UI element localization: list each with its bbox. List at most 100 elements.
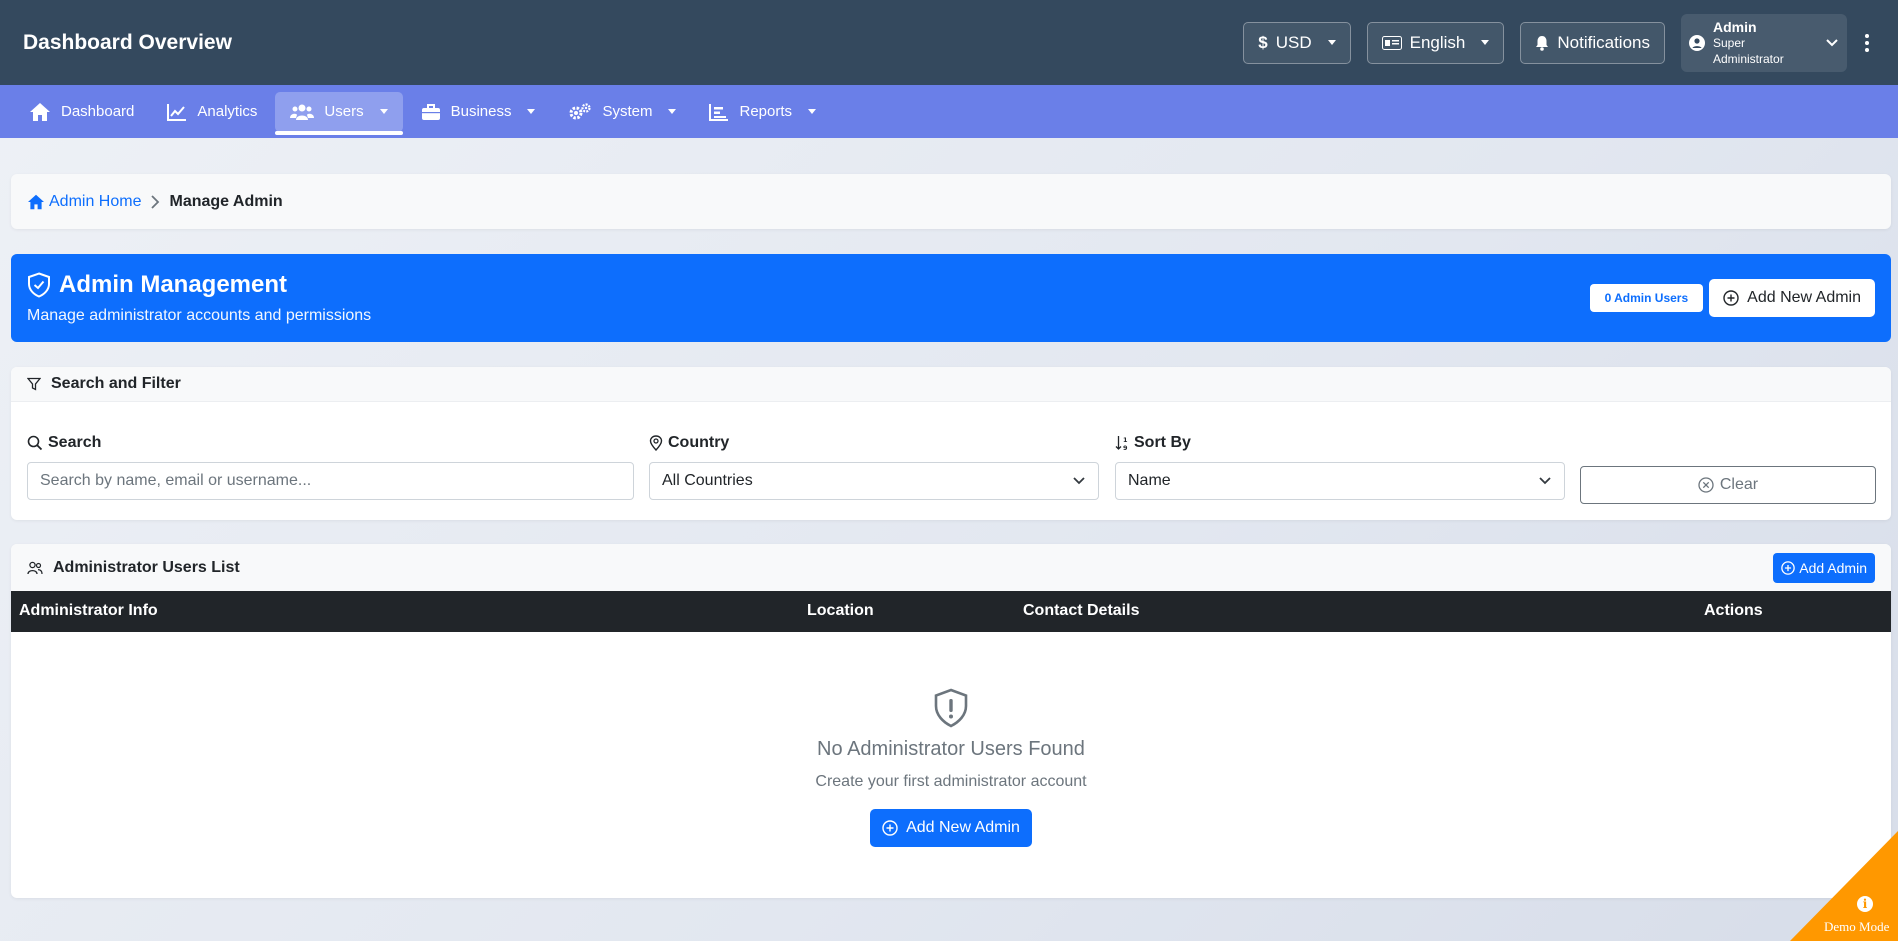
breadcrumb: Admin Home Manage Admin [11, 174, 1891, 229]
add-admin-label: Add Admin [1799, 559, 1867, 576]
add-new-admin-button[interactable]: Add New Admin [1709, 279, 1875, 317]
plus-circle-icon [1723, 290, 1739, 306]
admin-list-card: Administrator Users List Add Admin Admin… [11, 544, 1891, 898]
nav-item-business[interactable]: Business [406, 92, 551, 132]
people-icon [27, 561, 43, 574]
banner-subtitle: Manage administrator accounts and permis… [27, 307, 372, 324]
home-icon [30, 102, 50, 121]
nav-item-reports[interactable]: Reports [694, 92, 831, 132]
column-header: Contact Details [1023, 602, 1140, 619]
bell-icon [1536, 35, 1549, 51]
svg-text:9: 9 [1123, 444, 1128, 451]
nav-label: Users [324, 103, 364, 120]
dollar-icon: $ [1258, 32, 1268, 52]
bar-chart-icon [709, 103, 729, 121]
breadcrumb-home-label: Admin Home [49, 192, 142, 210]
map-pin-icon [649, 435, 663, 451]
gears-icon [569, 102, 592, 119]
column-header: Actions [1704, 602, 1763, 619]
nav-item-dashboard[interactable]: Dashboard [14, 92, 149, 132]
country-select[interactable]: All Countries [649, 462, 1099, 500]
column-header: Administrator Info [19, 602, 158, 619]
caret-down-icon [1481, 40, 1490, 45]
nav-label: Dashboard [61, 103, 135, 120]
search-icon [27, 435, 43, 451]
shield-exclamation-icon [934, 688, 968, 728]
x-circle-icon [1698, 477, 1714, 493]
admin-count-badge: 0 Admin Users [1589, 284, 1704, 312]
currency-dropdown[interactable]: $ USD [1243, 21, 1351, 64]
add-admin-button[interactable]: Add Admin [1773, 552, 1875, 583]
more-menu-icon[interactable] [1859, 24, 1875, 62]
user-circle-icon [1689, 34, 1705, 51]
breadcrumb-home-link[interactable]: Admin Home [27, 193, 141, 211]
language-icon [1381, 35, 1402, 50]
sort-numeric-icon: 19 [1115, 436, 1128, 451]
empty-subtitle: Create your first administrator account [815, 773, 1087, 790]
demo-mode-ribbon[interactable]: i Demo Mode [1790, 831, 1898, 941]
filter-card-header: Search and Filter [11, 367, 1891, 402]
sort-group: 19 Sort By Name [1115, 433, 1565, 500]
page-title: Dashboard Overview [23, 30, 232, 54]
empty-add-new-admin-button[interactable]: Add New Admin [870, 809, 1032, 847]
caret-down-icon [379, 109, 388, 114]
notifications-label: Notifications [1557, 32, 1650, 52]
demo-mode-label: Demo Mode [1824, 919, 1890, 934]
nav-label: System [602, 103, 653, 120]
caret-down-icon [808, 109, 817, 114]
currency-label: USD [1275, 32, 1312, 52]
country-group: Country All Countries [649, 433, 1099, 500]
clear-button[interactable]: Clear [1580, 466, 1876, 504]
breadcrumb-current: Manage Admin [169, 192, 283, 210]
chart-line-icon [167, 103, 187, 121]
info-icon: i [1857, 896, 1873, 912]
users-icon [290, 104, 315, 120]
column-header: Location [807, 602, 874, 619]
empty-state: No Administrator Users Found Create your… [11, 688, 1891, 847]
plus-circle-icon [882, 820, 898, 836]
nav-item-system[interactable]: System [553, 92, 691, 132]
notifications-button[interactable]: Notifications [1520, 21, 1665, 64]
search-filter-card: Search and Filter Search Search by name,… [11, 367, 1891, 520]
country-value: All Countries [662, 472, 753, 489]
empty-add-new-admin-label: Add New Admin [906, 819, 1020, 836]
nav-label: Analytics [197, 103, 258, 120]
language-dropdown[interactable]: English [1366, 21, 1505, 64]
chevron-down-icon [1073, 477, 1085, 485]
sort-value: Name [1128, 472, 1171, 489]
nav-item-analytics[interactable]: Analytics [152, 92, 272, 132]
add-new-admin-label: Add New Admin [1747, 289, 1861, 306]
language-label: English [1409, 32, 1466, 52]
chevron-down-icon [1826, 38, 1838, 46]
admin-management-banner: Admin Management Manage administrator ac… [11, 254, 1891, 342]
search-input[interactable]: Search by name, email or username... [27, 462, 634, 500]
banner-title: Admin Management [59, 271, 288, 298]
nav-label: Reports [739, 103, 793, 120]
top-header: Dashboard Overview $ USD English Notific… [0, 0, 1898, 85]
shield-check-icon [28, 272, 50, 298]
search-label: Search [48, 434, 102, 451]
list-card-header: Administrator Users List Add Admin [11, 544, 1891, 591]
home-icon [28, 194, 44, 209]
user-menu[interactable]: Admin Super Administrator [1681, 13, 1847, 72]
caret-down-icon [668, 109, 677, 114]
empty-title: No Administrator Users Found [817, 738, 1085, 760]
list-heading: Administrator Users List [53, 558, 240, 576]
caret-down-icon [527, 109, 536, 114]
chevron-down-icon [1539, 477, 1551, 485]
search-group: Search Search by name, email or username… [27, 433, 634, 500]
user-name: Admin [1713, 18, 1757, 35]
svg-text:1: 1 [1123, 436, 1128, 444]
nav-item-users[interactable]: Users [275, 91, 403, 135]
chevron-right-icon [151, 194, 160, 209]
caret-down-icon [1327, 40, 1336, 45]
clear-label: Clear [1719, 476, 1759, 493]
filter-icon [27, 377, 41, 391]
sort-select[interactable]: Name [1115, 462, 1565, 500]
table-header: Administrator Info Location Contact Deta… [11, 591, 1891, 632]
plus-circle-icon [1781, 560, 1796, 575]
sort-label: Sort By [1134, 434, 1191, 451]
briefcase-icon [421, 103, 440, 120]
filter-heading: Search and Filter [51, 375, 181, 392]
user-role: Super Administrator [1713, 36, 1784, 66]
